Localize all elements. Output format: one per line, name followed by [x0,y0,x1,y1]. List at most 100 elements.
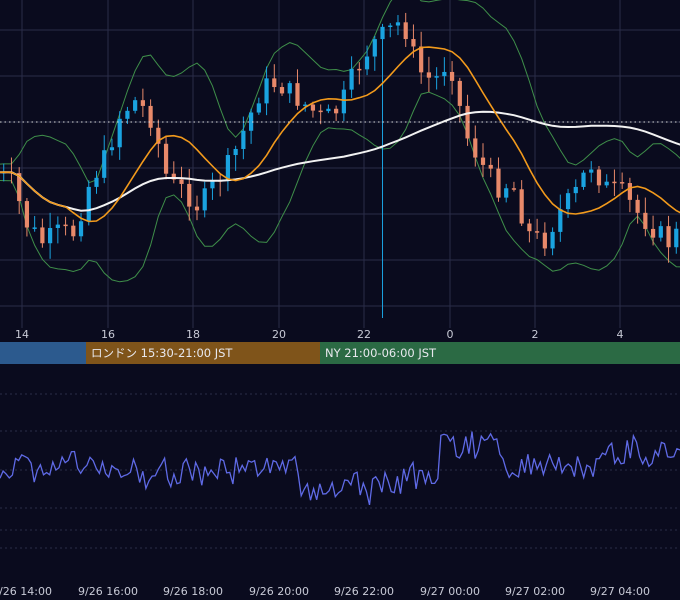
candle-body [620,182,625,184]
candle-body [442,71,447,77]
candle-body [596,169,602,186]
candle-body [565,193,571,210]
candle-body [187,183,192,207]
candle-body [163,143,169,174]
candle-body [40,227,45,244]
session-label: ロンドン 15:30-21:00 JST [91,346,233,360]
candle-body [589,169,594,173]
candle-body [86,186,91,222]
candle-body [388,25,393,28]
candle-body [318,110,323,113]
candle-body [202,188,207,211]
candle-body [179,179,184,184]
candle-body [635,199,640,213]
candle-body [542,232,547,249]
oscillator-x-tick-label: 9/27 04:00 [590,585,650,598]
candle-body [194,206,200,211]
candle-body [581,172,586,187]
candle-body [527,223,532,232]
candle-body [140,100,145,106]
oscillator-x-tick-label: 9/26 22:00 [334,585,394,598]
candle-body [612,181,617,184]
candle-body [78,221,84,237]
session-block [0,342,86,364]
oscillator-x-tick-label: 9/26 16:00 [78,585,138,598]
candle-body [627,183,632,200]
candle-body [558,209,563,232]
candle-body [449,71,455,81]
oscillator-x-tick-label: 9/27 00:00 [420,585,480,598]
candle-body [488,164,493,169]
oscillator-x-tick-label: 9/26 14:00 [0,585,52,598]
candle-body [364,56,370,70]
candle-body [148,105,153,128]
candle-body [604,181,609,186]
candle-body [310,104,316,111]
oscillator-x-tick-label: 9/27 02:00 [505,585,565,598]
candle-body [535,231,540,233]
candle-body [264,78,269,104]
price-x-tick-label: 14 [15,328,29,341]
candle-body [279,87,285,94]
candle-body [395,22,401,26]
candle-body [63,224,68,227]
candle-body [480,157,486,165]
candle-body [419,46,424,73]
candle-body [674,228,679,248]
candle-body [403,22,408,40]
chart-root: 14 16 18 20 22 0 2 4 ロンドン 15:30-21:00 JST NY 21:… [0,0,680,600]
candle-body [272,78,277,88]
candle-body [426,72,432,78]
price-x-tick-label: 18 [186,328,200,341]
candle-body [48,227,53,244]
candle-body [411,39,416,47]
price-x-tick-label: 4 [617,328,624,341]
candle-body [434,76,439,78]
candle-body [372,39,377,57]
candle-body [55,224,60,228]
candle-body [71,225,76,237]
candle-body [643,212,648,229]
candle-body [457,80,462,106]
candle-body [511,188,517,190]
candle-body [573,186,578,194]
oscillator-x-tick-label: 9/26 18:00 [163,585,223,598]
candle-body [349,68,354,90]
candle-body [102,150,107,178]
candle-body [334,108,339,114]
session-bar: ロンドン 15:30-21:00 JST NY 21:00-06:00 JST [0,342,680,364]
candle-body [94,177,99,187]
candle-up [86,180,91,226]
candle-body [473,138,478,158]
candle-body [341,89,346,114]
price-x-tick-label: 16 [101,328,115,341]
price-x-tick-label: 22 [357,328,371,341]
oscillator-x-tick-label: 9/26 20:00 [249,585,309,598]
candle-body [287,83,292,94]
candle-body [32,227,37,229]
price-x-tick-label: 0 [447,328,454,341]
candle-body [295,83,300,106]
candle-body [496,168,501,198]
candle-body [125,110,130,119]
candle-body [233,148,238,156]
price-x-tick-label: 2 [532,328,539,341]
candle-body [133,100,138,111]
candle-body [550,231,555,249]
candle-body [519,189,524,224]
session-label: NY 21:00-06:00 JST [325,346,437,360]
candle-body [666,226,671,248]
candle-body [117,118,122,148]
candle-up [581,170,586,190]
candle-body [241,130,246,149]
candle-body [24,201,30,228]
candle-body [326,108,331,112]
chart-background [0,0,680,600]
candle-body [380,26,385,40]
candle-body [650,228,656,238]
candle-body [504,188,509,198]
candle-body [357,68,362,71]
candle-body [256,103,261,113]
price-x-tick-label: 20 [272,328,286,341]
candle-body [658,226,663,238]
